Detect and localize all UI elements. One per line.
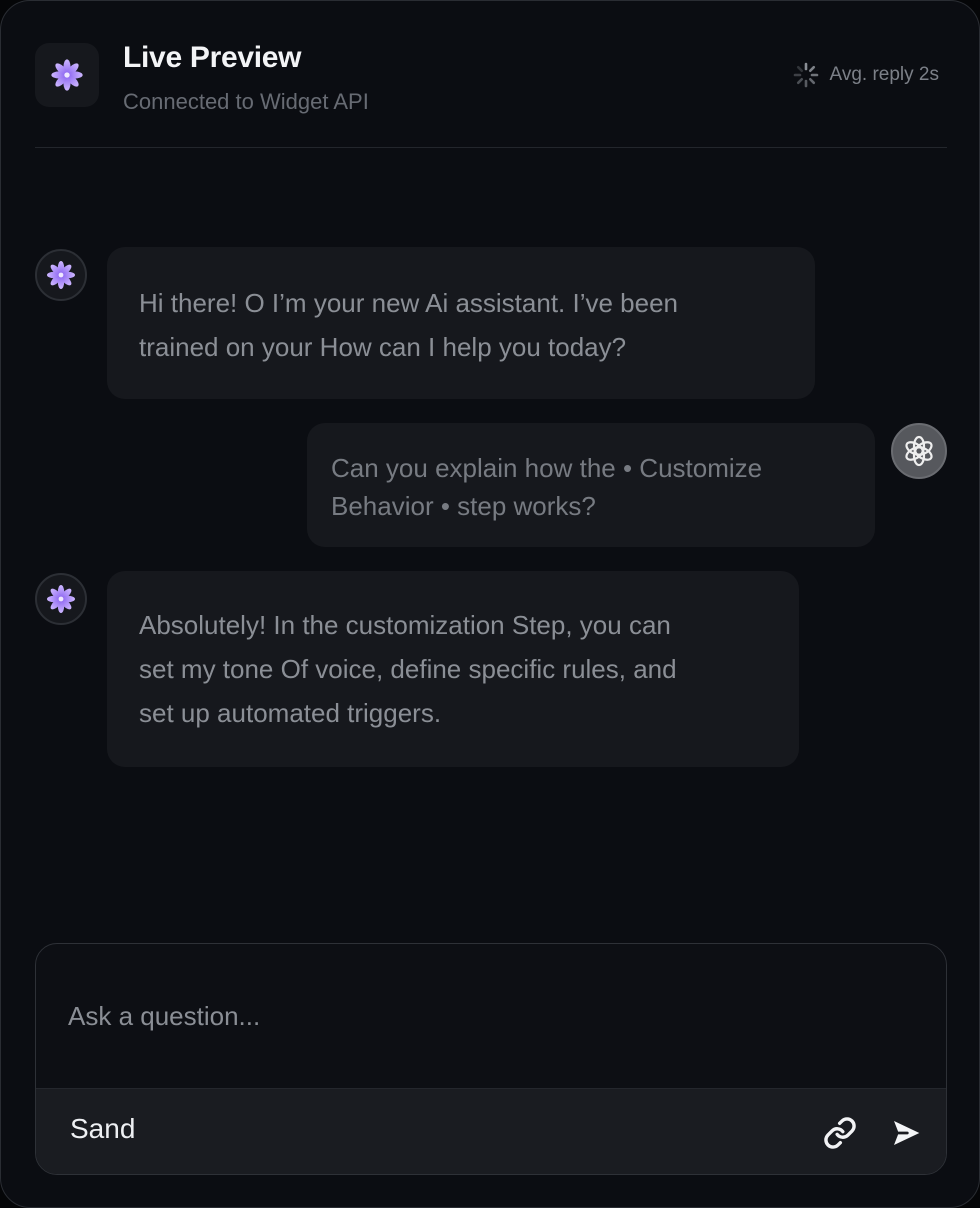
attach-link-button[interactable]: [822, 1115, 858, 1151]
message-line: Hi there! O I’m your new Ai assistant. I…: [139, 288, 679, 318]
connection-subtitle: Connected to Widget API: [123, 89, 369, 114]
send-arrow-icon: [894, 1121, 920, 1145]
message-composer: Sand: [35, 943, 947, 1175]
message-line: Absolutely! In the customization Step, y…: [139, 610, 671, 640]
chat-widget-preview: Live Preview Connected to Widget API Avg…: [0, 0, 980, 1208]
question-input[interactable]: [36, 944, 946, 1088]
message-line: Behavior • step works?: [331, 491, 596, 521]
message-line: set my tone Of voice, define specific ru…: [139, 654, 677, 684]
send-text-button[interactable]: Sand: [70, 1113, 135, 1145]
page-title: Live Preview: [123, 41, 302, 74]
widget-header: Live Preview Connected to Widget API Avg…: [35, 41, 947, 148]
user-message: Can you explain how the • Customize Beha…: [307, 423, 875, 547]
sparkle-flower-icon: [47, 261, 75, 289]
spinner-icon: [793, 62, 818, 88]
message-line: Can you explain how the • Customize: [331, 453, 763, 483]
assistant-message: Hi there! O I’m your new Ai assistant. I…: [107, 247, 815, 399]
sparkle-flower-icon: [51, 59, 83, 91]
openai-knot-icon: [905, 435, 933, 467]
status-text: Avg. reply 2s: [829, 64, 939, 85]
assistant-message: Absolutely! In the customization Step, y…: [107, 571, 799, 767]
reply-time-status: Avg. reply 2s: [792, 61, 939, 89]
bot-logo: [35, 43, 99, 107]
user-avatar: [891, 423, 947, 479]
assistant-avatar: [35, 573, 87, 625]
message-line: trained on your How can I help you today…: [139, 332, 627, 362]
send-button[interactable]: [888, 1115, 924, 1151]
message-line: set up automated triggers.: [139, 698, 442, 728]
composer-toolbar: Sand: [36, 1088, 946, 1174]
sparkle-flower-icon: [47, 585, 75, 613]
link-icon: [824, 1117, 856, 1149]
assistant-avatar: [35, 249, 87, 301]
